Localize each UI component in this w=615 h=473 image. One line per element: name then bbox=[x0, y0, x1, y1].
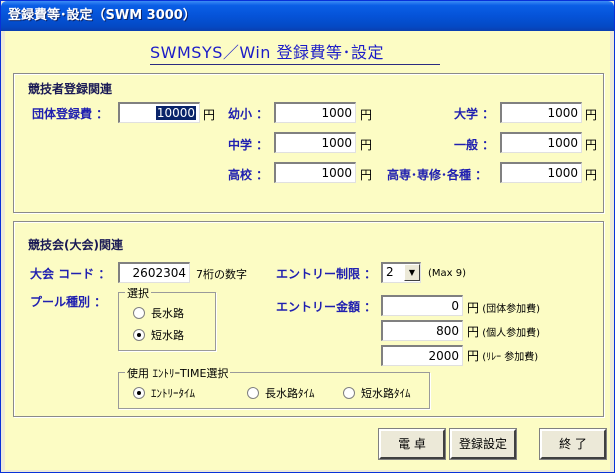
junior-fee-unit: 円 bbox=[360, 138, 373, 152]
pool-long-label: 長水路 bbox=[151, 307, 184, 320]
team-fee-input[interactable]: 10000 bbox=[118, 102, 200, 123]
high-school-label: 高校 ： bbox=[228, 168, 269, 182]
athlete-registration-group: 競技者登録関連 団体登録費 ： 10000 円 幼小 ： 1000 円 中学 ：… bbox=[13, 73, 604, 213]
entry-time-group: 使用 ｴﾝﾄﾘｰTIME選択 ｴﾝﾄﾘｰﾀｲﾑ 長水路ﾀｲﾑ 短水路ﾀｲﾑ bbox=[118, 365, 430, 409]
high-school-fee-unit: 円 bbox=[360, 168, 373, 182]
radio-icon bbox=[343, 387, 355, 399]
pool-long-radio[interactable]: 長水路 bbox=[133, 305, 184, 321]
meet-code-label: 大会 コード ： bbox=[30, 267, 111, 281]
general-label: 一般 ： bbox=[454, 138, 495, 152]
team-fee-label: 団体登録費 ： bbox=[32, 107, 109, 121]
settings-window: 登録費等･設定（SWM 3000） SWMSYS／Win 登録費等･設定 競技者… bbox=[0, 0, 615, 473]
entry-limit-hint: (Max 9) bbox=[428, 268, 467, 279]
pool-type-group: 選択 長水路 短水路 bbox=[118, 285, 216, 351]
general-fee-input[interactable]: 1000 bbox=[500, 132, 582, 153]
relay-entry-fee-note: 円 (ﾘﾚｰ 参加費) bbox=[467, 349, 539, 363]
entry-time-group-title: 使用 ｴﾝﾄﾘｰTIME選択 bbox=[125, 365, 231, 381]
calculator-button[interactable]: 電 卓 bbox=[378, 428, 446, 460]
team-entry-fee-input[interactable]: 0 bbox=[381, 295, 463, 316]
youth-fee-unit: 円 bbox=[360, 108, 373, 122]
entry-limit-label: エントリー制限 ： bbox=[276, 267, 377, 281]
entry-time-entry-radio[interactable]: ｴﾝﾄﾘｰﾀｲﾑ bbox=[133, 385, 195, 401]
exit-button[interactable]: 終 了 bbox=[539, 428, 607, 460]
chevron-down-icon[interactable]: ▼ bbox=[404, 264, 420, 281]
entry-time-entry-label: ｴﾝﾄﾘｰﾀｲﾑ bbox=[151, 387, 195, 400]
radio-selected-icon bbox=[133, 387, 145, 399]
radio-selected-icon bbox=[133, 329, 145, 341]
youth-fee-input[interactable]: 1000 bbox=[274, 102, 356, 123]
other-schools-label: 高専･専修･各種 ： bbox=[387, 168, 488, 182]
meet-group-title: 競技会(大会)関連 bbox=[28, 238, 123, 252]
entry-limit-value: 2 bbox=[386, 265, 394, 279]
high-school-fee-input[interactable]: 1000 bbox=[274, 162, 356, 183]
university-fee-input[interactable]: 1000 bbox=[500, 102, 582, 123]
youth-label: 幼小 ： bbox=[228, 107, 269, 121]
save-settings-button[interactable]: 登録設定 bbox=[449, 428, 517, 460]
team-entry-fee-note: 円 (団体参加費) bbox=[467, 301, 541, 315]
junior-fee-input[interactable]: 1000 bbox=[274, 132, 356, 153]
entry-time-short-radio[interactable]: 短水路ﾀｲﾑ bbox=[343, 385, 411, 401]
pool-type-label: プール種別 ： bbox=[30, 295, 107, 309]
entry-limit-select[interactable]: 2 ▼ bbox=[381, 262, 421, 283]
radio-icon bbox=[133, 307, 145, 319]
relay-entry-fee-input[interactable]: 2000 bbox=[381, 345, 463, 366]
entry-fee-label: エントリー金額 ： bbox=[276, 300, 377, 314]
entry-time-short-label: 短水路ﾀｲﾑ bbox=[361, 387, 411, 400]
window-title: 登録費等･設定（SWM 3000） bbox=[1, 1, 614, 31]
pool-short-label: 短水路 bbox=[151, 329, 184, 342]
university-fee-unit: 円 bbox=[585, 108, 598, 122]
athlete-group-title: 競技者登録関連 bbox=[28, 82, 113, 96]
pool-type-group-title: 選択 bbox=[125, 285, 151, 301]
meet-group: 競技会(大会)関連 大会 コード ： 2602304 7桁の数字 エントリー制限… bbox=[13, 221, 604, 417]
page-heading: SWMSYS／Win 登録費等･設定 bbox=[150, 43, 440, 65]
meet-code-hint: 7桁の数字 bbox=[196, 268, 247, 281]
entry-time-long-radio[interactable]: 長水路ﾀｲﾑ bbox=[247, 385, 315, 401]
university-label: 大学 ： bbox=[454, 107, 495, 121]
individual-entry-fee-note: 円 (個人参加費) bbox=[467, 325, 541, 339]
client-area: SWMSYS／Win 登録費等･設定 競技者登録関連 団体登録費 ： 10000… bbox=[5, 31, 610, 470]
general-fee-unit: 円 bbox=[585, 138, 598, 152]
pool-short-radio[interactable]: 短水路 bbox=[133, 327, 184, 343]
meet-code-input[interactable]: 2602304 bbox=[118, 262, 190, 283]
entry-time-long-label: 長水路ﾀｲﾑ bbox=[265, 387, 315, 400]
team-fee-unit: 円 bbox=[203, 108, 216, 122]
other-schools-fee-unit: 円 bbox=[585, 168, 598, 182]
other-schools-fee-input[interactable]: 1000 bbox=[500, 162, 582, 183]
junior-label: 中学 ： bbox=[228, 138, 269, 152]
radio-icon bbox=[247, 387, 259, 399]
individual-entry-fee-input[interactable]: 800 bbox=[381, 320, 463, 341]
